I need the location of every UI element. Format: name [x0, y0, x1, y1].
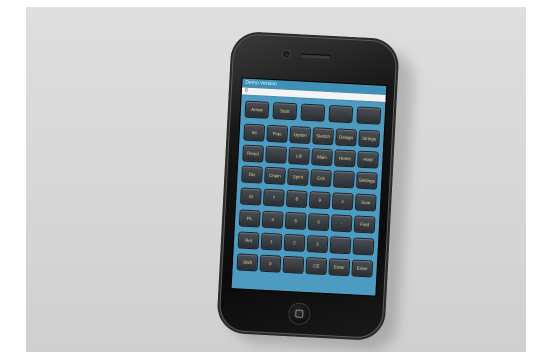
key-shift[interactable]: Shift	[237, 254, 258, 271]
key-design[interactable]: Design	[336, 129, 356, 146]
key-blank[interactable]	[283, 256, 304, 273]
key-blank[interactable]	[357, 107, 381, 124]
front-camera-icon	[282, 50, 291, 58]
photo-background: Demo Version 0 Arrow Start Int Frac Opti…	[26, 7, 526, 352]
display-value: 0	[244, 87, 248, 94]
key-main[interactable]: Main	[312, 149, 332, 166]
keypad-row: Int Frac Option Sketch Design Strings	[244, 124, 379, 147]
key-enter[interactable]: Enter	[329, 259, 350, 276]
app-title: Demo Version	[245, 79, 277, 88]
key-cos[interactable]: Cos	[311, 170, 331, 187]
key-5[interactable]: 5	[285, 212, 306, 229]
key-lib[interactable]: Lib	[289, 148, 309, 164]
keypad: Arrow Start Int Frac Option Sketch Desig…	[231, 95, 386, 296]
key-1[interactable]: 1	[261, 233, 282, 250]
key-ce[interactable]: CE	[306, 258, 327, 275]
keypad-row: Ret 1 2 3	[238, 232, 374, 255]
key-spirit[interactable]: Spirit	[288, 168, 308, 185]
key-ret[interactable]: Ret	[238, 232, 259, 249]
key-blank[interactable]	[301, 104, 325, 121]
key-hold[interactable]: Hold	[358, 151, 378, 168]
keypad-row: Shift 0 CE Enter Enter	[237, 254, 373, 277]
key-find[interactable]: Find	[354, 216, 375, 233]
key-blank[interactable]	[330, 237, 351, 254]
key-strings[interactable]: Strings	[359, 130, 379, 147]
keypad-row: Arrow Start	[245, 101, 381, 124]
key-blank[interactable]	[353, 238, 374, 255]
home-square-icon	[295, 309, 304, 318]
home-button-icon[interactable]	[287, 302, 311, 326]
key-st[interactable]: St	[240, 188, 261, 205]
keypad-row: St 7 8 9 x Sum	[240, 188, 376, 211]
key-6[interactable]: 6	[308, 214, 329, 231]
key-9[interactable]: 9	[309, 192, 330, 209]
keypad-row: PL 4 5 6 - Find	[239, 210, 375, 233]
key-int[interactable]: Int	[244, 124, 265, 141]
key-div[interactable]: Div	[242, 166, 262, 183]
key-frac[interactable]: Frac	[267, 125, 288, 142]
key-blank[interactable]	[329, 106, 353, 123]
key-option[interactable]: Option	[290, 127, 311, 144]
key-multiply[interactable]: x	[332, 193, 353, 210]
key-sum[interactable]: Sum	[355, 194, 376, 211]
key-start[interactable]: Start	[273, 103, 297, 120]
keypad-row: Reset Lib Main Home Hold	[243, 145, 378, 168]
key-arrow[interactable]: Arrow	[245, 101, 269, 118]
key-settings[interactable]: Settings	[356, 172, 377, 189]
key-minus[interactable]: -	[331, 215, 352, 232]
key-0[interactable]: 0	[260, 255, 281, 272]
key-home[interactable]: Home	[335, 150, 355, 167]
keypad-row: Div Chain Spirit Cos Settings	[242, 166, 377, 189]
key-7[interactable]: 7	[263, 189, 284, 206]
key-pl[interactable]: PL	[239, 210, 260, 227]
key-4[interactable]: 4	[262, 211, 283, 228]
key-blank[interactable]	[334, 171, 354, 188]
key-sketch[interactable]: Sketch	[313, 128, 334, 145]
iphone-device: Demo Version 0 Arrow Start Int Frac Opti…	[216, 30, 400, 342]
key-2[interactable]: 2	[284, 234, 305, 251]
key-3[interactable]: 3	[307, 236, 328, 253]
key-reset[interactable]: Reset	[243, 145, 264, 162]
phone-screen: Demo Version 0 Arrow Start Int Frac Opti…	[230, 77, 388, 297]
key-8[interactable]: 8	[286, 190, 307, 207]
key-blank[interactable]	[266, 146, 286, 163]
earpiece-speaker-icon	[300, 53, 331, 60]
key-chain[interactable]: Chain	[265, 167, 285, 184]
key-enter[interactable]: Enter	[352, 260, 373, 277]
